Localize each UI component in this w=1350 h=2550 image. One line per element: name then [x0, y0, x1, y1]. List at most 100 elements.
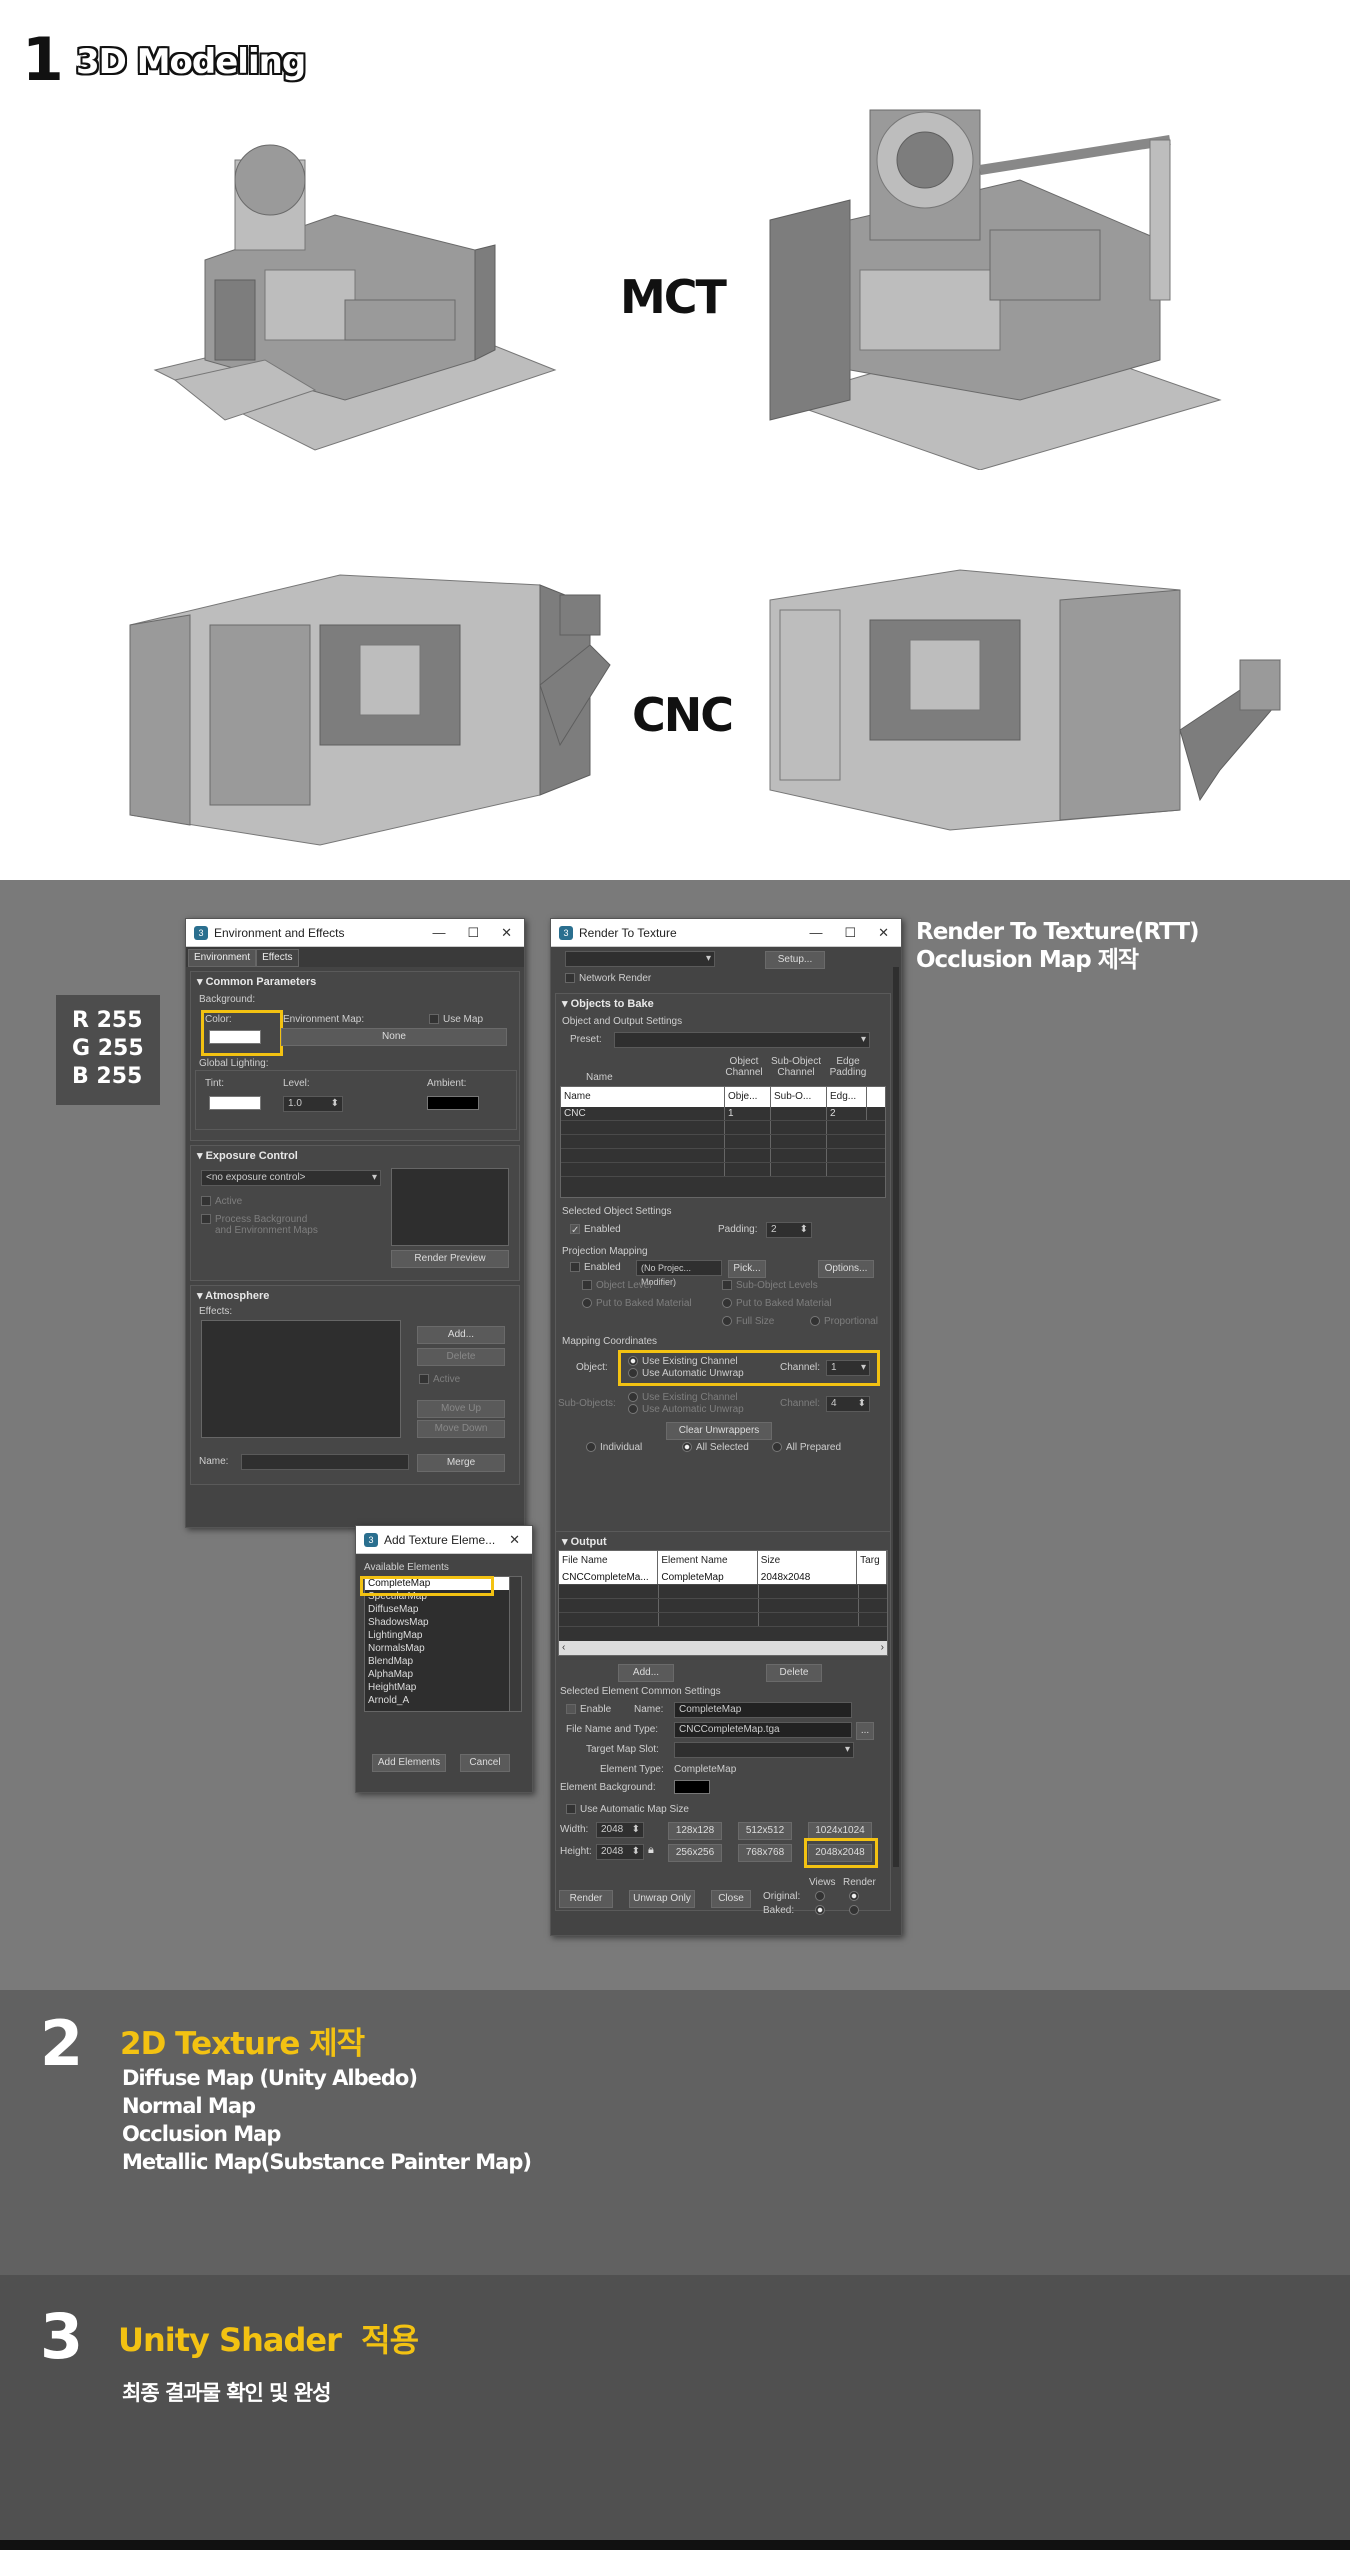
tint-color-swatch[interactable]: [209, 1096, 261, 1110]
proportional-radio[interactable]: [810, 1316, 820, 1327]
height-spinner[interactable]: 2048 ⬍: [596, 1844, 644, 1860]
list-item[interactable]: NormalsMap: [365, 1642, 521, 1655]
sub-use-auto-radio[interactable]: [628, 1404, 638, 1415]
rtt-scrollbar[interactable]: [893, 967, 899, 1867]
element-name-field[interactable]: CompleteMap: [674, 1702, 852, 1718]
th-file-name[interactable]: File Name: [559, 1551, 659, 1571]
merge-button[interactable]: Merge: [417, 1454, 505, 1472]
output-h-scrollbar[interactable]: ‹ ›: [559, 1641, 887, 1655]
available-elements-list[interactable]: CompleteMap SpecularMap DiffuseMap Shado…: [364, 1576, 522, 1712]
use-map-checkbox[interactable]: [429, 1014, 439, 1025]
render-button[interactable]: Render: [559, 1890, 613, 1908]
size-512-button[interactable]: 512x512: [738, 1822, 792, 1840]
proj-enabled-checkbox[interactable]: [570, 1262, 580, 1273]
network-render-checkbox[interactable]: [565, 973, 575, 984]
sub-channel-spinner[interactable]: 4 ⬍: [826, 1396, 870, 1412]
add-effect-button[interactable]: Add...: [417, 1326, 505, 1344]
th-size[interactable]: Size: [758, 1551, 858, 1571]
output-header[interactable]: ▾ Output: [556, 1532, 890, 1551]
put-baked-radio-2[interactable]: [722, 1298, 732, 1309]
atmosphere-header[interactable]: ▾ Atmosphere: [191, 1286, 519, 1305]
sub-object-levels-checkbox[interactable]: [722, 1280, 732, 1291]
file-name-field[interactable]: CNCCompleteMap.tga: [674, 1722, 852, 1738]
padding-spinner[interactable]: 2 ⬍: [766, 1222, 812, 1238]
th-element-name[interactable]: Element Name: [658, 1551, 758, 1571]
individual-radio[interactable]: [586, 1442, 596, 1453]
sub-use-existing-radio[interactable]: [628, 1392, 638, 1403]
width-spinner[interactable]: 2048 ⬍: [596, 1822, 644, 1838]
baked-render-radio[interactable]: [849, 1905, 859, 1915]
original-render-radio[interactable]: [849, 1891, 859, 1901]
all-prepared-radio[interactable]: [772, 1442, 782, 1453]
th-edge[interactable]: Edg...: [827, 1087, 867, 1107]
exposure-dropdown[interactable]: <no exposure control> ▾: [201, 1170, 381, 1186]
tab-effects[interactable]: Effects: [256, 949, 299, 967]
original-views-radio[interactable]: [815, 1891, 825, 1901]
pick-button[interactable]: Pick...: [728, 1260, 766, 1278]
exposure-header[interactable]: ▾ Exposure Control: [191, 1146, 519, 1165]
minimize-icon[interactable]: —: [809, 925, 822, 941]
maximize-icon[interactable]: ☐: [844, 925, 856, 941]
th-obj[interactable]: Obje...: [725, 1087, 771, 1107]
all-selected-radio[interactable]: [682, 1442, 692, 1453]
add-elements-button[interactable]: Add Elements: [372, 1754, 446, 1772]
ambient-color-swatch[interactable]: [427, 1096, 479, 1110]
baked-views-radio[interactable]: [815, 1905, 825, 1915]
element-background-swatch[interactable]: [674, 1780, 710, 1794]
effects-list[interactable]: [201, 1320, 401, 1438]
browse-button[interactable]: ...: [856, 1722, 874, 1740]
close-icon[interactable]: ✕: [501, 925, 512, 941]
list-item[interactable]: BlendMap: [365, 1655, 521, 1668]
full-size-radio[interactable]: [722, 1316, 732, 1327]
unwrap-only-button[interactable]: Unwrap Only: [629, 1890, 695, 1908]
process-bg-checkbox[interactable]: [201, 1214, 211, 1225]
table-row[interactable]: CNCCompleteMa... CompleteMap 2048x2048: [559, 1571, 887, 1585]
effect-active-checkbox[interactable]: [419, 1374, 429, 1385]
size-256-button[interactable]: 256x256: [668, 1844, 722, 1862]
enable-checkbox[interactable]: [566, 1704, 576, 1715]
options-button[interactable]: Options...: [818, 1260, 874, 1278]
renderer-dropdown[interactable]: ▾: [565, 951, 715, 967]
effect-name-field[interactable]: [241, 1454, 409, 1470]
environment-map-button[interactable]: None: [281, 1028, 507, 1046]
use-auto-map-size-checkbox[interactable]: [566, 1804, 576, 1815]
close-icon[interactable]: ✕: [509, 1532, 520, 1548]
delete-output-button[interactable]: Delete: [766, 1664, 822, 1682]
output-table[interactable]: File Name Element Name Size Targ CNCComp…: [558, 1550, 888, 1656]
minimize-icon[interactable]: —: [432, 925, 445, 941]
close-button[interactable]: Close: [711, 1890, 751, 1908]
list-item[interactable]: LightingMap: [365, 1629, 521, 1642]
list-item[interactable]: Arnold_A: [365, 1694, 521, 1707]
th-name[interactable]: Name: [561, 1087, 725, 1107]
list-item[interactable]: AlphaMap: [365, 1668, 521, 1681]
delete-effect-button[interactable]: Delete: [417, 1348, 505, 1366]
close-icon[interactable]: ✕: [878, 925, 889, 941]
clear-unwrappers-button[interactable]: Clear Unwrappers: [666, 1422, 772, 1440]
common-params-header[interactable]: ▾ Common Parameters: [191, 972, 519, 991]
cancel-button[interactable]: Cancel: [460, 1754, 510, 1772]
preset-dropdown[interactable]: ▾: [614, 1032, 870, 1048]
projection-modifier-dropdown[interactable]: (No Projec... Modifier): [636, 1260, 722, 1287]
table-row[interactable]: CNC 1 2: [561, 1107, 885, 1121]
active-checkbox[interactable]: [201, 1196, 211, 1207]
enabled-checkbox[interactable]: ✓: [570, 1224, 580, 1236]
lock-icon[interactable]: 🔒︎: [648, 1844, 654, 1857]
add-output-button[interactable]: Add...: [618, 1664, 674, 1682]
th-subobj[interactable]: Sub-O...: [771, 1087, 827, 1107]
setup-button[interactable]: Setup...: [765, 951, 825, 969]
level-spinner[interactable]: 1.0 ⬍: [283, 1096, 343, 1112]
size-128-button[interactable]: 128x128: [668, 1822, 722, 1840]
tab-environment[interactable]: Environment: [188, 949, 257, 967]
objects-table[interactable]: Name Obje... Sub-O... Edg... CNC 1 2: [560, 1086, 886, 1198]
maximize-icon[interactable]: ☐: [467, 925, 479, 941]
move-down-button[interactable]: Move Down: [417, 1420, 505, 1438]
list-item[interactable]: DiffuseMap: [365, 1603, 521, 1616]
list-scrollbar[interactable]: [509, 1577, 521, 1711]
list-item[interactable]: ShadowsMap: [365, 1616, 521, 1629]
target-map-slot-dropdown[interactable]: ▾: [674, 1742, 854, 1758]
objects-to-bake-header[interactable]: ▾ Objects to Bake: [556, 994, 890, 1013]
render-preview-button[interactable]: Render Preview: [391, 1250, 509, 1268]
size-768-button[interactable]: 768x768: [738, 1844, 792, 1862]
object-level-checkbox[interactable]: [582, 1280, 592, 1291]
move-up-button[interactable]: Move Up: [417, 1400, 505, 1418]
